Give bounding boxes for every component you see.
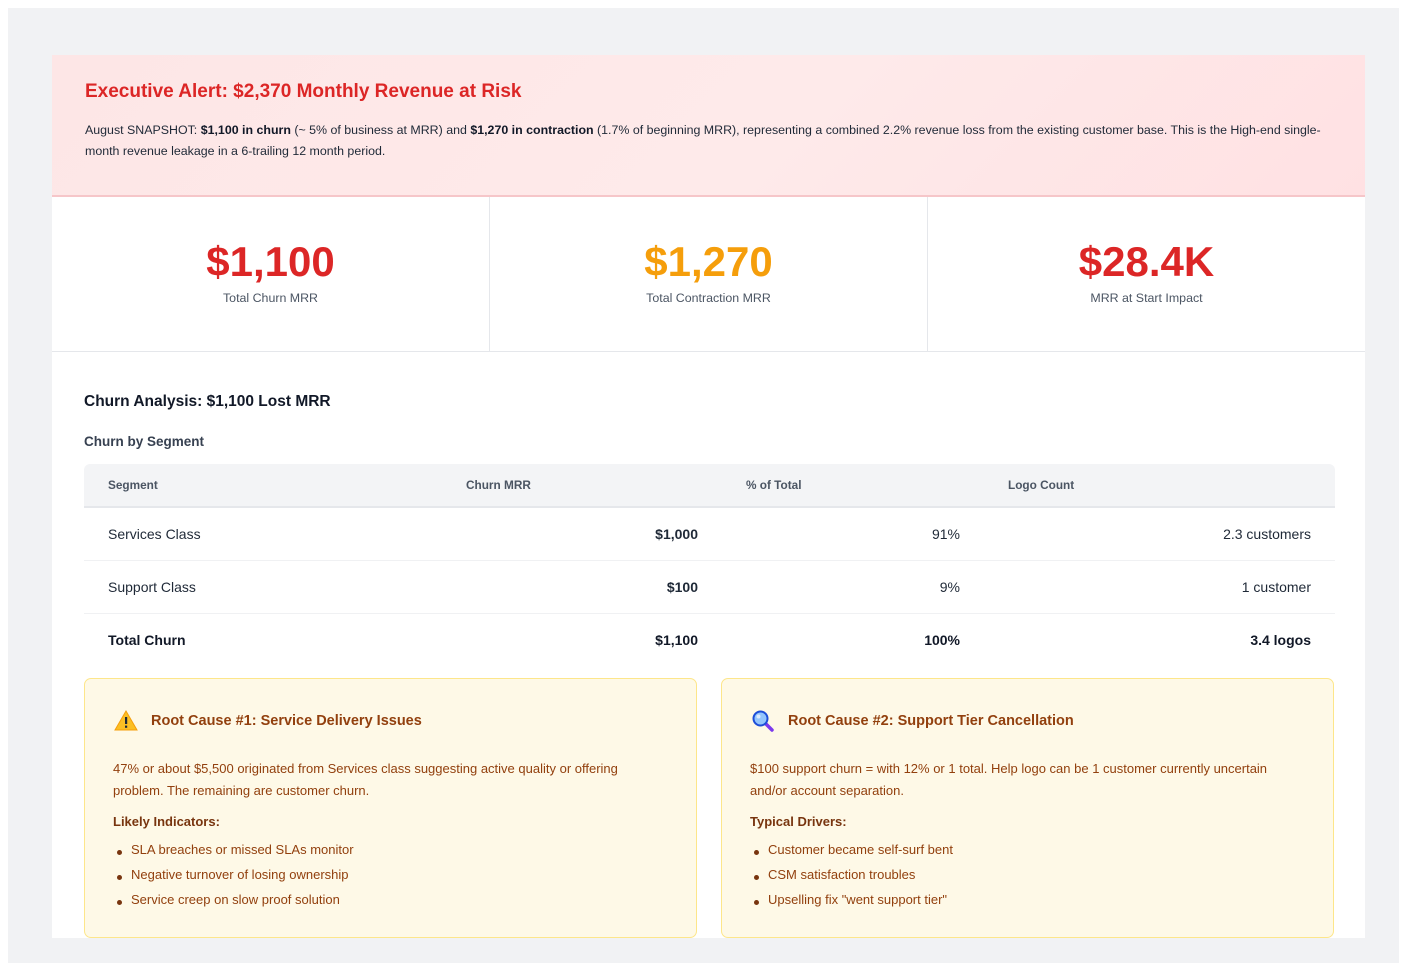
kpi-value: $1,270 (644, 238, 773, 285)
page-background: Executive Alert: $2,370 Monthly Revenue … (8, 8, 1399, 963)
cause-subheading: Likely Indicators: (113, 814, 220, 829)
percent-cell: 9% (722, 560, 984, 614)
table-row: Services Class $1,000 91% 2.3 customers (84, 507, 1335, 561)
list-item: Negative turnover of losing ownership (113, 862, 668, 887)
table-total-row: Total Churn $1,100 100% 3.4 logos (84, 613, 1335, 666)
percent-cell: 100% (924, 631, 960, 648)
alert-churn-amount: $1,100 in churn (200, 123, 291, 137)
table-row: Support Class $100 9% 1 customer (84, 560, 1335, 614)
dashboard-card: Executive Alert: $2,370 Monthly Revenue … (52, 55, 1365, 938)
churn-mrr-cell: $100 (442, 560, 722, 614)
alert-prefix: August SNAPSHOT: (85, 123, 201, 137)
kpi-mrr-start: $28.4K MRR at Start Impact (928, 197, 1365, 351)
table-title: Churn by Segment (84, 434, 205, 449)
alert-description: August SNAPSHOT: $1,100 in churn (~ 5% o… (85, 120, 1332, 162)
kpi-label: MRR at Start Impact (1090, 291, 1203, 305)
list-item: CSM satisfaction troubles (750, 862, 1305, 887)
kpi-value: $1,100 (206, 238, 335, 285)
cause-subheading: Typical Drivers: (750, 814, 847, 829)
column-header-churn-mrr: Churn MRR (442, 464, 722, 508)
cause-list: Customer became self-surf bent CSM satis… (750, 837, 1305, 912)
list-item: Upselling fix "went support tier" (750, 887, 1305, 912)
cause-header: Root Cause #2: Support Tier Cancellation (750, 708, 1305, 734)
executive-alert-banner: Executive Alert: $2,370 Monthly Revenue … (52, 55, 1365, 197)
warning-icon (113, 708, 139, 734)
kpi-stats-row: $1,100 Total Churn MRR $1,270 Total Cont… (52, 197, 1365, 352)
list-item: Customer became self-surf bent (750, 837, 1305, 862)
list-item: SLA breaches or missed SLAs monitor (113, 837, 668, 862)
list-item: Service creep on slow proof solution (113, 887, 668, 912)
kpi-total-contraction: $1,270 Total Contraction MRR (490, 197, 928, 351)
cause-description: 47% or about $5,500 originated from Serv… (113, 761, 618, 798)
column-header-logo-count: Logo Count (984, 464, 1335, 508)
column-header-segment: Segment (84, 464, 442, 508)
alert-title: Executive Alert: $2,370 Monthly Revenue … (85, 81, 522, 102)
kpi-label: Total Contraction MRR (646, 291, 771, 305)
magnifier-icon (750, 708, 776, 734)
kpi-total-churn: $1,100 Total Churn MRR (52, 197, 490, 351)
alert-churn-note: (~ 5% of business at MRR) and (290, 123, 471, 137)
root-cause-card-2: Root Cause #2: Support Tier Cancellation… (721, 678, 1334, 938)
percent-cell: 91% (722, 507, 984, 561)
cause-header: Root Cause #1: Service Delivery Issues (113, 708, 668, 734)
alert-contraction-amount: $1,270 in contraction (470, 123, 594, 137)
segment-cell: Total Churn (108, 631, 186, 648)
section-title: Churn Analysis: $1,100 Lost MRR (84, 393, 331, 410)
logo-count-cell: 1 customer (984, 560, 1335, 614)
logo-count-cell: 3.4 logos (1250, 631, 1311, 648)
cause-title: Root Cause #1: Service Delivery Issues (151, 713, 422, 729)
segment-cell: Services Class (84, 507, 442, 561)
churn-mrr-cell: $1,000 (442, 507, 722, 561)
churn-analysis-section: Churn Analysis: $1,100 Lost MRR Churn by… (52, 352, 1365, 666)
cause-title: Root Cause #2: Support Tier Cancellation (788, 713, 1074, 729)
kpi-label: Total Churn MRR (222, 291, 319, 305)
logo-count-cell: 2.3 customers (984, 507, 1335, 561)
cause-description: $100 support churn = with 12% or 1 total… (750, 761, 1268, 798)
churn-by-segment-table: Segment Churn MRR % of Total Logo Count … (84, 464, 1335, 666)
churn-mrr-cell: $1,100 (655, 631, 698, 648)
root-causes-row: Root Cause #1: Service Delivery Issues 4… (52, 666, 1365, 938)
segment-cell: Support Class (84, 560, 442, 614)
cause-list: SLA breaches or missed SLAs monitor Nega… (113, 837, 668, 912)
root-cause-card-1: Root Cause #1: Service Delivery Issues 4… (84, 678, 697, 938)
table-header-row: Segment Churn MRR % of Total Logo Count (84, 464, 1335, 508)
kpi-value: $28.4K (1078, 238, 1215, 285)
column-header-percent: % of Total (722, 464, 984, 508)
